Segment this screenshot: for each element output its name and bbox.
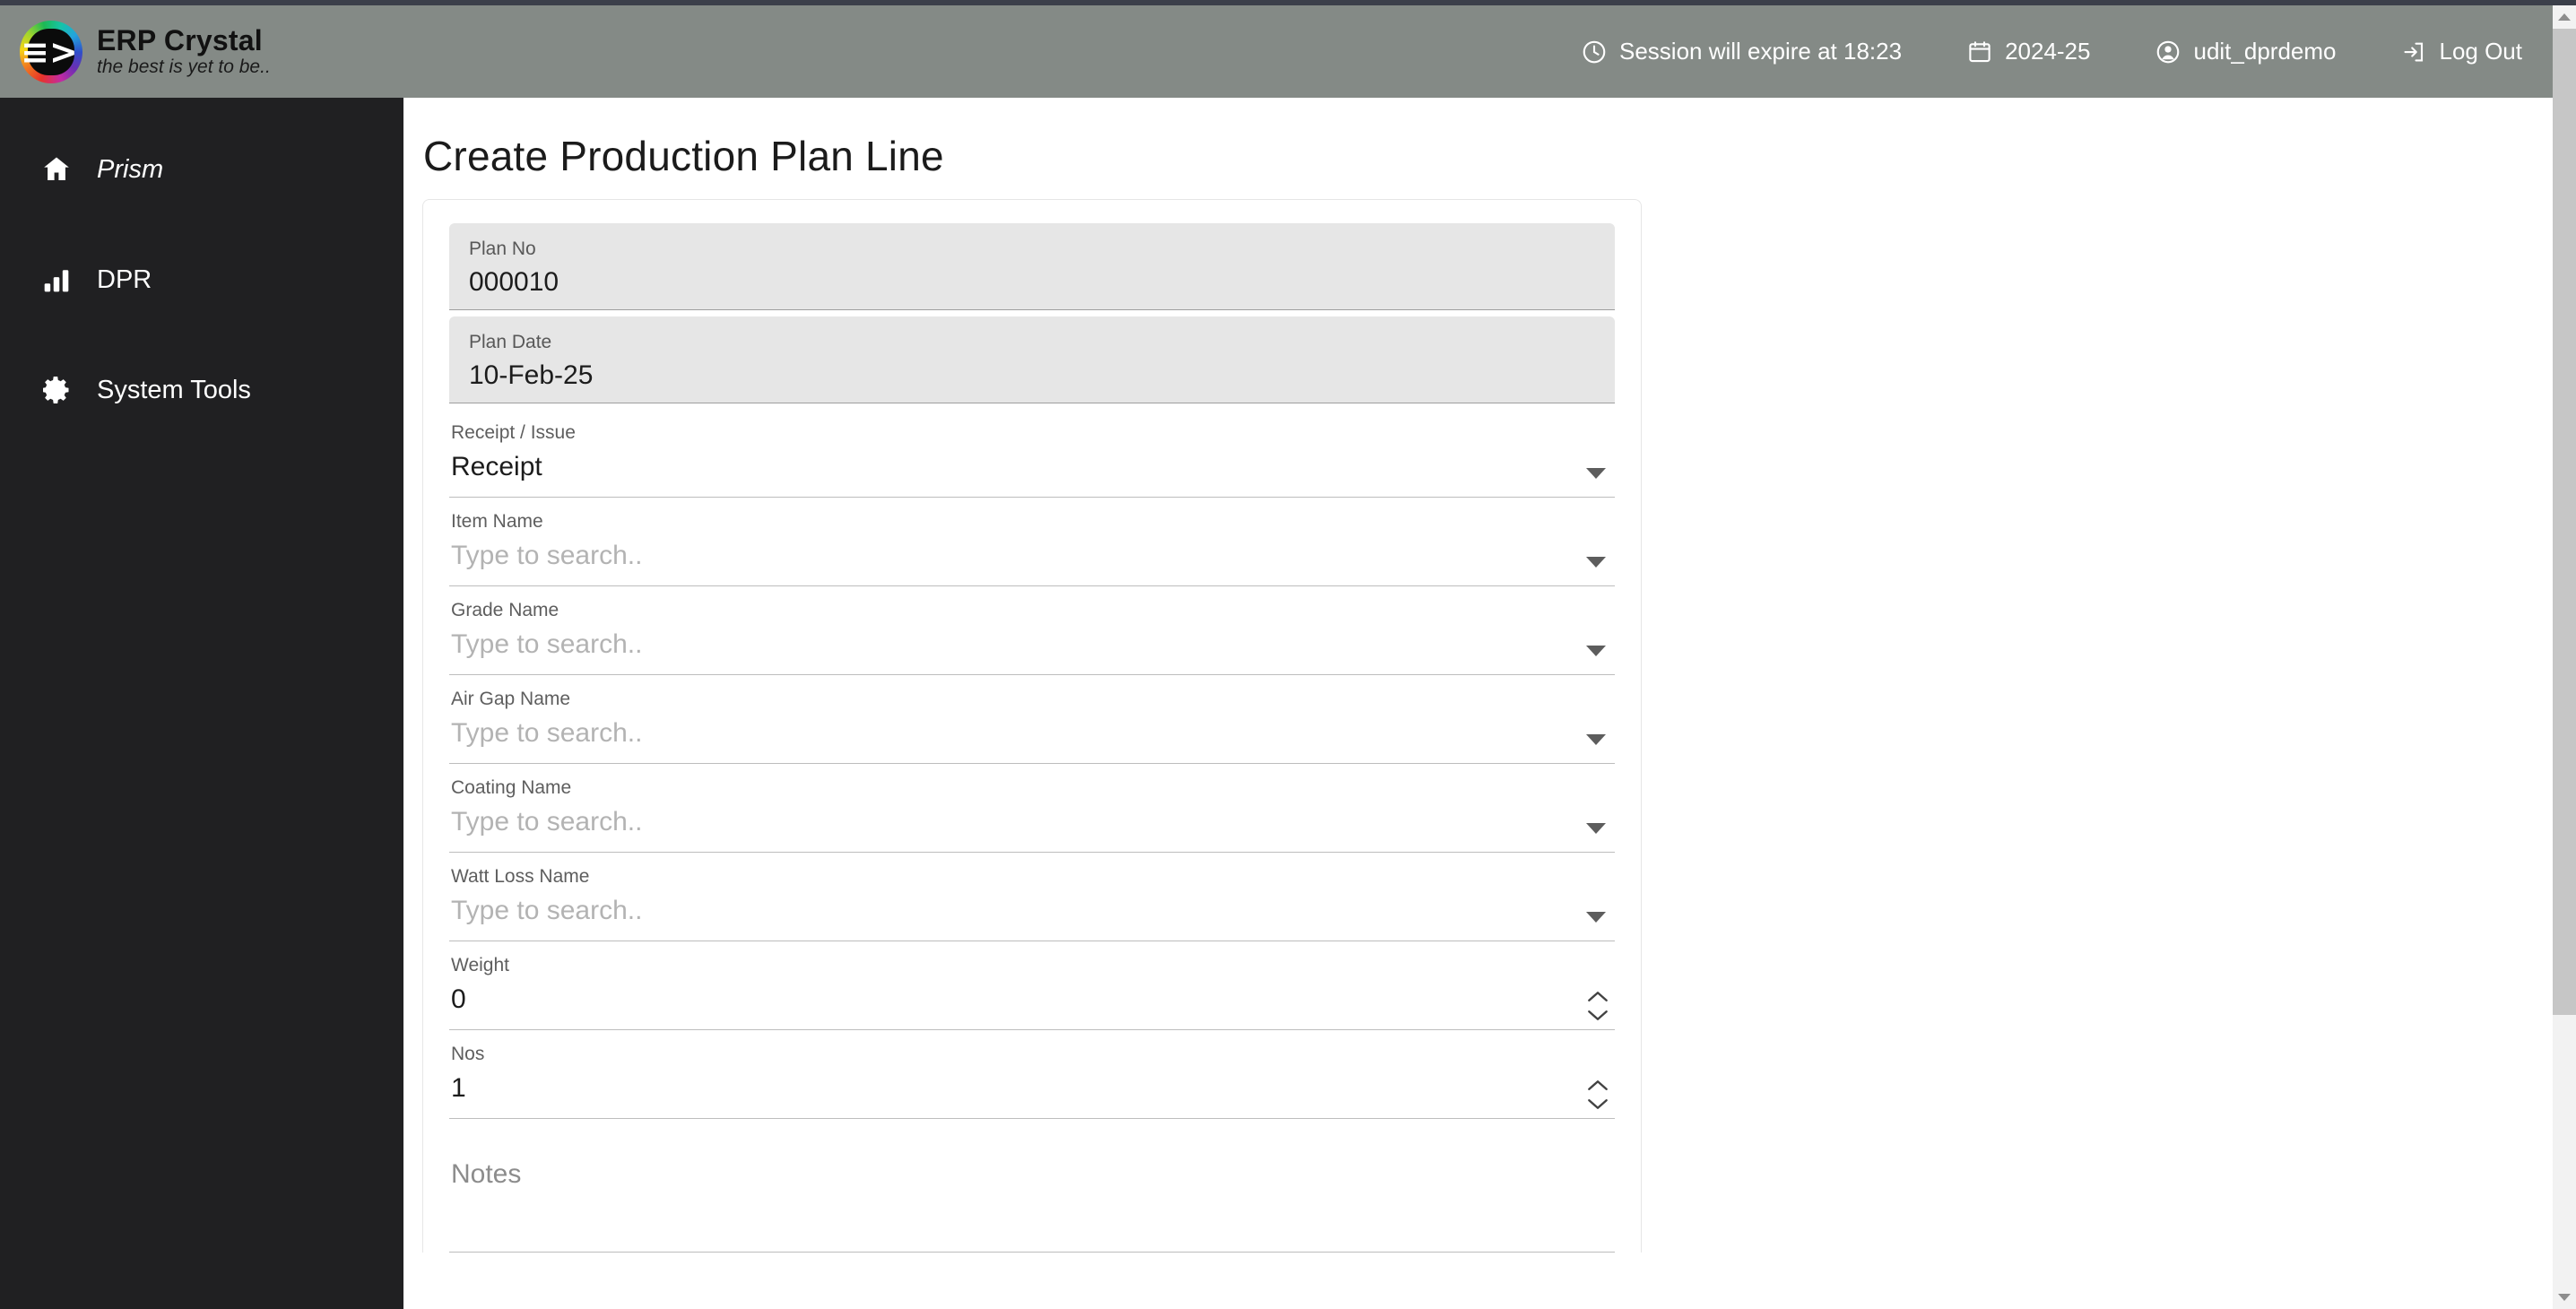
- scroll-up-button[interactable]: [2553, 5, 2576, 29]
- receipt-issue-label: Receipt / Issue: [451, 422, 576, 443]
- user-name-label: udit_dprdemo: [2193, 38, 2337, 65]
- page-title: Create Production Plan Line: [423, 133, 944, 179]
- main-content: Create Production Plan Line Plan No 0000…: [403, 98, 2553, 1309]
- user-icon: [2155, 39, 2181, 65]
- item-name-label: Item Name: [451, 511, 543, 532]
- sidebar-item-dpr[interactable]: DPR: [0, 251, 403, 308]
- watt-loss-name-input[interactable]: Type to search..: [451, 896, 1613, 932]
- notes-placeholder: Notes: [451, 1159, 522, 1189]
- app-window: ≡> ERP Crystal the best is yet to be.. S…: [0, 0, 2576, 1309]
- coating-name-input[interactable]: Type to search..: [451, 807, 1613, 843]
- chevron-down-icon[interactable]: [1586, 468, 1606, 479]
- chevron-down-icon[interactable]: [1586, 646, 1606, 656]
- chevron-down-icon[interactable]: [1586, 1009, 1609, 1022]
- app-header: ≡> ERP Crystal the best is yet to be.. S…: [0, 5, 2553, 98]
- chevron-down-icon: [2558, 1294, 2571, 1301]
- sidebar-item-prism[interactable]: Prism: [0, 141, 403, 198]
- plan-date-value: 10-Feb-25: [469, 360, 594, 390]
- plan-no-label: Plan No: [469, 238, 536, 259]
- logout-button[interactable]: Log Out: [2400, 38, 2522, 65]
- fiscal-year-selector[interactable]: 2024-25: [1966, 38, 2090, 65]
- chevron-up-icon[interactable]: [1586, 990, 1609, 1003]
- logo-letter-e: ≡>: [21, 31, 78, 72]
- brand-text: ERP Crystal the best is yet to be..: [97, 23, 271, 78]
- app-tagline: the best is yet to be..: [97, 56, 271, 78]
- bar-chart-icon: [39, 263, 74, 297]
- weight-value[interactable]: 0: [451, 984, 1613, 1020]
- brand-block: ≡> ERP Crystal the best is yet to be..: [0, 20, 271, 83]
- sidebar-item-label-dpr: DPR: [97, 264, 152, 294]
- session-expiry-label: Session will expire at 18:23: [1619, 38, 1903, 65]
- calendar-icon: [1966, 39, 1993, 65]
- header-actions: Session will expire at 18:23 2024-25 udi…: [1516, 38, 2553, 65]
- receipt-issue-value: Receipt: [451, 452, 542, 481]
- production-plan-line-form: Plan No 000010 Plan Date 10-Feb-25 Recei…: [422, 199, 1642, 1253]
- user-menu[interactable]: udit_dprdemo: [2155, 38, 2336, 65]
- nos-label: Nos: [451, 1044, 485, 1064]
- grade-name-label: Grade Name: [451, 600, 559, 620]
- weight-label: Weight: [451, 955, 509, 975]
- air-gap-name-autocomplete[interactable]: Air Gap Name Type to search..: [449, 676, 1615, 764]
- erp-crystal-logo-icon: ≡>: [20, 20, 82, 83]
- nos-value[interactable]: 1: [451, 1073, 1613, 1109]
- scrollbar-thumb[interactable]: [2553, 29, 2576, 1015]
- coating-name-autocomplete[interactable]: Coating Name Type to search..: [449, 765, 1615, 853]
- plan-no-value: 000010: [469, 267, 559, 297]
- app-title: ERP Crystal: [97, 23, 263, 56]
- chevron-down-icon[interactable]: [1586, 912, 1606, 923]
- fiscal-year-label: 2024-25: [2005, 38, 2091, 65]
- sidebar-item-system-tools[interactable]: System Tools: [0, 361, 403, 419]
- nos-spinner[interactable]: [1586, 1079, 1609, 1111]
- chevron-up-icon[interactable]: [1586, 1079, 1609, 1092]
- item-name-input[interactable]: Type to search..: [451, 541, 1613, 576]
- item-name-autocomplete[interactable]: Item Name Type to search..: [449, 498, 1615, 586]
- home-icon: [39, 152, 74, 186]
- notes-textarea[interactable]: Notes: [449, 1120, 1615, 1253]
- weight-spinner[interactable]: [1586, 990, 1609, 1022]
- chevron-down-icon[interactable]: [1586, 557, 1606, 568]
- logout-label: Log Out: [2439, 38, 2522, 65]
- chevron-down-icon[interactable]: [1586, 823, 1606, 834]
- gear-icon: [39, 373, 74, 407]
- chevron-up-icon: [2558, 13, 2571, 21]
- plan-no-field: Plan No 000010: [449, 223, 1615, 310]
- page-scrollbar[interactable]: [2553, 5, 2576, 1309]
- session-expiry: Session will expire at 18:23: [1581, 38, 1902, 65]
- sidebar-item-label-prism: Prism: [97, 154, 164, 184]
- watt-loss-name-label: Watt Loss Name: [451, 866, 590, 887]
- grade-name-input[interactable]: Type to search..: [451, 629, 1613, 665]
- nos-stepper[interactable]: Nos 1: [449, 1031, 1615, 1119]
- plan-date-field: Plan Date 10-Feb-25: [449, 316, 1615, 403]
- air-gap-name-input[interactable]: Type to search..: [451, 718, 1613, 754]
- chevron-down-icon[interactable]: [1586, 734, 1606, 745]
- weight-stepper[interactable]: Weight 0: [449, 942, 1615, 1030]
- receipt-issue-select[interactable]: Receipt / Issue Receipt: [449, 410, 1615, 498]
- plan-date-label: Plan Date: [469, 332, 552, 352]
- air-gap-name-label: Air Gap Name: [451, 689, 571, 709]
- logout-icon: [2400, 39, 2427, 65]
- watt-loss-name-autocomplete[interactable]: Watt Loss Name Type to search..: [449, 854, 1615, 941]
- coating-name-label: Coating Name: [451, 777, 572, 798]
- scroll-down-button[interactable]: [2553, 1286, 2576, 1309]
- chevron-down-icon[interactable]: [1586, 1097, 1609, 1111]
- clock-icon: [1581, 39, 1608, 65]
- grade-name-autocomplete[interactable]: Grade Name Type to search..: [449, 587, 1615, 675]
- sidebar-nav: Prism DPR System Tools: [0, 98, 403, 1309]
- sidebar-item-label-system-tools: System Tools: [97, 375, 251, 404]
